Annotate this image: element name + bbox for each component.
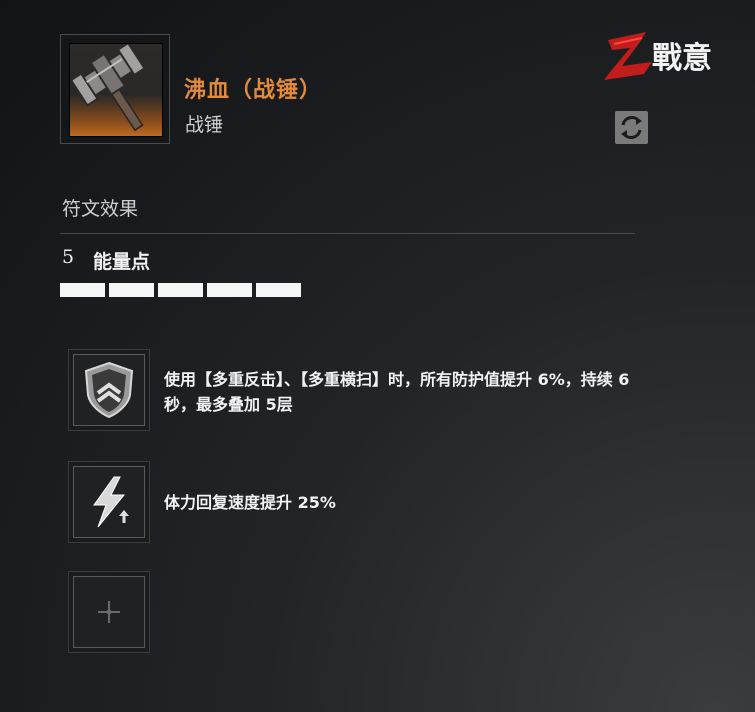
energy-pip bbox=[207, 283, 252, 297]
item-subtitle: 战锤 bbox=[185, 114, 224, 136]
section-title-rune-effects: 符文效果 bbox=[62, 198, 139, 220]
item-icon-frame[interactable] bbox=[60, 34, 170, 144]
item-title: 沸血（战锤） bbox=[184, 78, 323, 103]
svg-text:戰意: 戰意 bbox=[652, 41, 712, 76]
energy-pip bbox=[158, 283, 203, 297]
effect-text-1: 使用【多重反击】、【多重横扫】时，所有防护值提升 6%，持续 6 秒，最多叠加 … bbox=[164, 370, 630, 414]
energy-label: 能量点 bbox=[93, 251, 151, 273]
energy-count: 5 bbox=[62, 246, 75, 268]
game-logo: 戰意 bbox=[600, 18, 730, 88]
rune-slot-1[interactable] bbox=[68, 349, 150, 431]
rune-slot-2[interactable] bbox=[68, 461, 150, 543]
swap-arrows-icon[interactable] bbox=[615, 111, 648, 144]
energy-pip bbox=[109, 283, 154, 297]
energy-pip bbox=[256, 283, 301, 297]
divider bbox=[60, 233, 635, 234]
energy-pip bbox=[60, 283, 105, 297]
empty-slot-plus-icon bbox=[73, 576, 145, 648]
rune-slot-3[interactable] bbox=[68, 571, 150, 653]
effect-text-2: 体力回复速度提升 25% bbox=[164, 493, 336, 512]
lightning-up-icon bbox=[73, 466, 145, 538]
war-hammer-icon bbox=[69, 41, 163, 137]
shield-chevron-icon bbox=[73, 354, 145, 426]
